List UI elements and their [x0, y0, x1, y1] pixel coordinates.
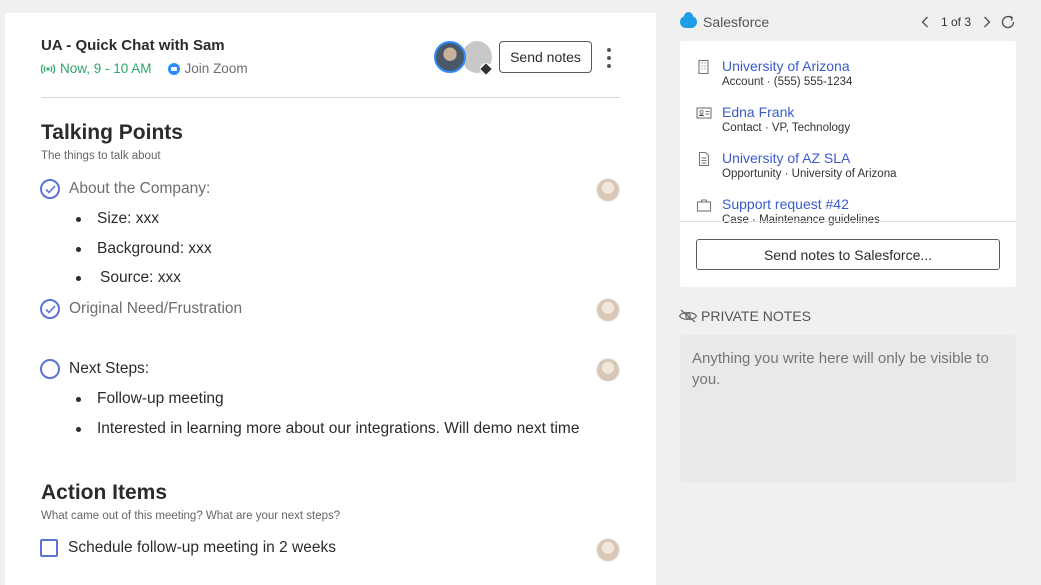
chevron-right-icon[interactable]: [980, 14, 994, 30]
private-notes-label: PRIVATE NOTES: [701, 308, 811, 324]
salesforce-cloud-icon: [680, 12, 697, 28]
assignee-avatar[interactable]: [596, 178, 620, 202]
record-title-link[interactable]: Support request #42: [722, 196, 880, 212]
document-icon: [698, 151, 710, 167]
salesforce-header: Salesforce: [680, 12, 770, 30]
action-item-label[interactable]: Schedule follow-up meeting in 2 weeks: [68, 539, 336, 557]
private-notes-input[interactable]: [680, 335, 1016, 482]
talking-points-subtitle: The things to talk about: [41, 150, 161, 162]
record-pager: 1 of 3: [918, 14, 994, 30]
bullet-item: Interested in learning more about our in…: [76, 420, 579, 438]
bullet-text[interactable]: Size: xxx: [97, 210, 159, 228]
bullet-text[interactable]: Interested in learning more about our in…: [97, 420, 579, 438]
bullet-item: Source: xxx: [76, 269, 181, 287]
building-icon: [698, 59, 709, 75]
attendee-avatar[interactable]: [434, 41, 466, 73]
bullet-item: Size: xxx: [76, 210, 159, 228]
salesforce-record[interactable]: Edna Frank Contact · VP, Technology: [696, 104, 850, 134]
record-title-link[interactable]: Edna Frank: [722, 104, 850, 120]
pager-count: 1 of 3: [941, 15, 972, 29]
talking-points-heading: Talking Points: [41, 121, 183, 144]
sidebar-panel: Salesforce 1 of 3 University of Arizona …: [656, 0, 1041, 585]
record-description: Account · (555) 555-1234: [722, 76, 853, 88]
join-zoom-label: Join Zoom: [184, 61, 248, 76]
meeting-meta: Now, 9 - 10 AM Join Zoom: [41, 61, 248, 76]
contact-card-icon: [696, 107, 712, 119]
meeting-notes-panel: UA - Quick Chat with Sam Now, 9 - 10 AM …: [5, 13, 656, 585]
checked-circle-icon[interactable]: [40, 179, 60, 199]
salesforce-label: Salesforce: [703, 14, 770, 30]
bullet-text[interactable]: Background: xxx: [97, 240, 212, 258]
unchecked-circle-icon[interactable]: [40, 359, 60, 379]
record-title-link[interactable]: University of AZ SLA: [722, 150, 897, 166]
action-item: Schedule follow-up meeting in 2 weeks: [40, 539, 336, 557]
chevron-left-icon[interactable]: [918, 14, 932, 30]
salesforce-record[interactable]: University of AZ SLA Opportunity · Unive…: [696, 150, 897, 180]
refresh-icon[interactable]: [999, 13, 1017, 31]
private-notes-header: PRIVATE NOTES: [678, 308, 811, 324]
meeting-title: UA - Quick Chat with Sam: [41, 37, 225, 54]
talking-point-label[interactable]: Next Steps:: [69, 360, 149, 378]
assignee-avatar[interactable]: [596, 358, 620, 382]
send-to-salesforce-button[interactable]: Send notes to Salesforce...: [696, 239, 1000, 270]
action-items-subtitle: What came out of this meeting? What are …: [41, 510, 341, 522]
record-description: Opportunity · University of Arizona: [722, 168, 897, 180]
checkbox[interactable]: [40, 539, 58, 557]
bullet-text[interactable]: Follow-up meeting: [97, 390, 224, 408]
salesforce-records-card: University of Arizona Account · (555) 55…: [680, 41, 1016, 287]
assignee-avatar[interactable]: [596, 298, 620, 322]
eye-slash-icon: [678, 309, 698, 323]
briefcase-icon: [696, 199, 712, 212]
attendee-badge-icon: [480, 63, 492, 75]
talking-point-item: About the Company:: [40, 179, 210, 199]
record-description: Contact · VP, Technology: [722, 122, 851, 134]
meeting-time: Now, 9 - 10 AM: [60, 61, 152, 76]
action-items-heading: Action Items: [41, 481, 168, 504]
bullet-item: Background: xxx: [76, 240, 212, 258]
broadcast-icon: [41, 63, 55, 74]
talking-point-item: Next Steps:: [40, 359, 149, 379]
assignee-avatar[interactable]: [596, 538, 620, 562]
talking-point-label[interactable]: About the Company:: [69, 180, 210, 198]
checked-circle-icon[interactable]: [40, 299, 60, 319]
send-notes-button[interactable]: Send notes: [499, 41, 592, 73]
bullet-item: Follow-up meeting: [76, 390, 224, 408]
join-zoom-link[interactable]: Join Zoom: [167, 61, 248, 76]
attendee-avatars[interactable]: [434, 41, 494, 75]
header-divider: [41, 97, 620, 98]
salesforce-record[interactable]: University of Arizona Account · (555) 55…: [696, 58, 852, 88]
bullet-text[interactable]: Source: xxx: [100, 269, 181, 287]
card-divider: [680, 221, 1016, 222]
record-description: Case · Maintenance guidelines: [722, 214, 880, 226]
more-options-icon[interactable]: [603, 46, 615, 70]
zoom-icon: [167, 62, 180, 75]
record-title-link[interactable]: University of Arizona: [722, 58, 852, 74]
live-indicator: Now, 9 - 10 AM: [41, 61, 152, 76]
talking-point-item: Original Need/Frustration: [40, 299, 242, 319]
talking-point-label[interactable]: Original Need/Frustration: [69, 300, 242, 318]
